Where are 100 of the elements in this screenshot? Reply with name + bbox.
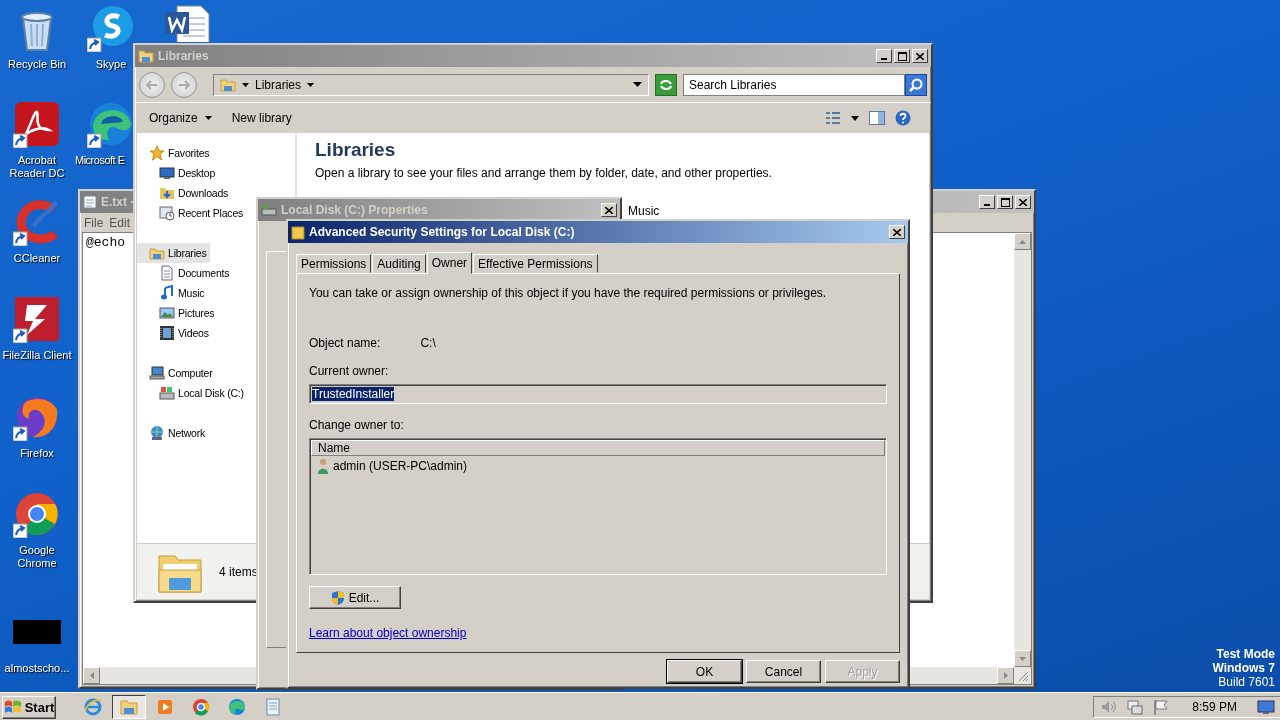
nav-item[interactable]: Libraries (137, 243, 211, 263)
clock-text[interactable]: 8:59 PM (1192, 700, 1237, 714)
refresh-icon (659, 78, 673, 91)
drive-icon (261, 204, 277, 216)
dialog-title: Local Disk (C:) Properties (281, 203, 428, 217)
icon-label[interactable]: Google Chrome (2, 544, 72, 570)
start-button[interactable]: Start (2, 695, 56, 719)
chat-app-icon[interactable] (87, 4, 135, 52)
right-arrow-icon (1003, 672, 1008, 679)
nav-item[interactable]: Computer (137, 363, 217, 383)
system-notice-text: Build 7601 (1217, 675, 1275, 689)
help-icon[interactable] (895, 110, 911, 126)
caret-icon (307, 82, 315, 87)
menu-item[interactable]: Edit (109, 216, 131, 229)
media-player-icon (155, 697, 175, 717)
caret-icon[interactable] (851, 115, 859, 121)
icon-label[interactable]: FileZilla Client (2, 349, 72, 362)
close-button[interactable] (601, 203, 617, 217)
show-desktop-icon[interactable] (1257, 699, 1275, 715)
maximize-button[interactable] (997, 195, 1013, 209)
library-name[interactable]: Music (628, 204, 660, 218)
browser-icon[interactable] (87, 100, 135, 148)
minimize-button[interactable] (979, 195, 995, 209)
globe-icon (149, 425, 165, 441)
tab[interactable]: Permissions (296, 254, 372, 273)
icon-label[interactable]: Acrobat Reader DC (2, 154, 72, 180)
taskbar-button[interactable] (112, 695, 146, 719)
folder-icon (159, 185, 175, 201)
maximize-icon (1000, 197, 1010, 207)
nav-item[interactable]: Documents (137, 263, 234, 283)
nav-item[interactable]: Recent Places (137, 203, 248, 223)
nav-item[interactable]: Network (137, 423, 210, 443)
brush-icon[interactable] (13, 198, 61, 246)
nav-item[interactable]: Downloads (137, 183, 233, 203)
address-bar[interactable]: Libraries (213, 73, 649, 96)
tab[interactable]: Owner (426, 252, 473, 274)
close-button[interactable] (912, 49, 928, 63)
view-options-icon[interactable] (825, 111, 841, 125)
icon-label[interactable]: Recycle Bin (7, 58, 67, 71)
windows-flag-icon (3, 699, 22, 715)
nav-item[interactable]: Favorites (137, 143, 214, 163)
pdf-app-icon[interactable] (13, 100, 61, 148)
list-row[interactable]: admin (USER-PC\admin) (311, 456, 885, 476)
left-arrow-icon (89, 672, 94, 679)
caret-icon (204, 116, 212, 120)
music-note-icon (159, 285, 175, 301)
scroll-right-button[interactable] (997, 667, 1014, 684)
toolbar-button[interactable]: New library (231, 111, 292, 125)
close-button[interactable] (1015, 195, 1031, 209)
user-icon (317, 458, 329, 474)
nav-item[interactable]: Desktop (137, 163, 220, 183)
icon-label[interactable]: CCleaner (13, 252, 61, 265)
star-icon (149, 145, 165, 161)
search-icon (909, 77, 923, 92)
field-label: Object name: (309, 336, 381, 350)
help-link[interactable]: Learn about object ownership (309, 626, 467, 640)
folder-icon (149, 245, 165, 261)
minimize-button[interactable] (876, 49, 892, 63)
browser-icon[interactable] (13, 490, 61, 538)
refresh-button[interactable] (655, 73, 677, 96)
nav-item[interactable]: Videos (137, 323, 213, 343)
scroll-up-button[interactable] (1014, 233, 1031, 250)
back-arrow-icon (146, 79, 158, 90)
dialog-button[interactable]: Cancel (746, 660, 821, 683)
field-label: Current owner: (309, 364, 390, 378)
forward-arrow-icon (178, 79, 190, 90)
search-field[interactable]: Search Libraries (683, 73, 905, 96)
network-icon[interactable] (1126, 698, 1145, 716)
computer-icon (149, 365, 165, 381)
toolbar-button[interactable]: Organize (149, 111, 212, 125)
scroll-left-button[interactable] (83, 667, 100, 684)
preview-pane-icon[interactable] (869, 111, 885, 125)
maximize-button[interactable] (894, 49, 910, 63)
nav-item[interactable]: Pictures (137, 303, 219, 323)
page-heading: Libraries (315, 139, 397, 161)
icon-label[interactable]: almostscho... (4, 662, 70, 675)
text-content: @echo (86, 235, 125, 250)
close-button[interactable] (889, 225, 905, 239)
nav-item[interactable]: Music (137, 283, 209, 303)
folder-icon (138, 49, 154, 63)
nav-item[interactable]: Local Disk (C:) (137, 383, 248, 403)
icon-label[interactable]: Firefox (20, 447, 54, 460)
folder-icon (220, 77, 236, 92)
tab[interactable]: Effective Permissions (473, 254, 598, 273)
tab[interactable]: Auditing (372, 254, 426, 273)
menu-item[interactable]: File (84, 216, 104, 229)
owner-field[interactable]: TrustedInstaller (309, 384, 887, 404)
edit-button[interactable]: Edit... (309, 586, 401, 609)
browser-icon (191, 697, 211, 717)
scroll-down-button[interactable] (1014, 650, 1031, 667)
icon-label[interactable]: Microsoft E (75, 154, 125, 167)
dialog-button[interactable]: OK (667, 660, 742, 683)
folder-icon (291, 224, 305, 240)
flag-icon[interactable] (1152, 698, 1171, 716)
object-name-value: C:\ (420, 336, 436, 350)
ftp-app-icon[interactable] (13, 295, 61, 343)
column-header[interactable]: Name (311, 440, 885, 456)
icon-label[interactable]: Skype (95, 58, 127, 71)
maximize-icon (897, 51, 907, 61)
search-button[interactable] (905, 73, 927, 96)
